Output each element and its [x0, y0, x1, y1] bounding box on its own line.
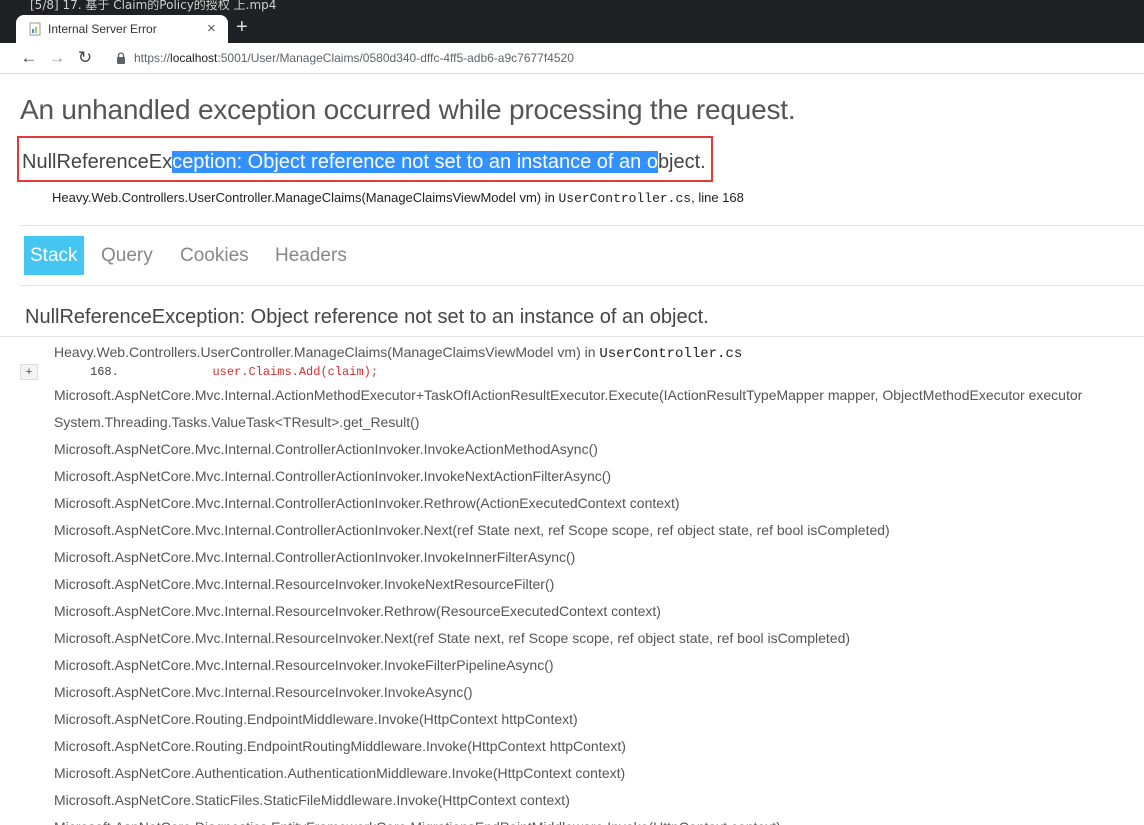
stack-frame[interactable]: Microsoft.AspNetCore.Routing.EndpointMid…: [54, 711, 578, 727]
page-title: An unhandled exception occurred while pr…: [20, 94, 796, 125]
exception-title: NullReferenceException: Object reference…: [25, 306, 709, 328]
new-tab-button[interactable]: +: [236, 16, 248, 39]
frame-file: UserController.cs: [599, 346, 743, 362]
address-bar: ← → ↻ https://localhost:5001/User/Manage…: [0, 43, 1144, 74]
back-button[interactable]: ←: [18, 47, 40, 69]
stack-frame[interactable]: Microsoft.AspNetCore.Diagnostics.EntityF…: [54, 819, 781, 825]
stack-frame[interactable]: Microsoft.AspNetCore.Mvc.Internal.Contro…: [54, 522, 890, 538]
page-icon: [29, 22, 41, 36]
expand-source-button[interactable]: +: [20, 364, 38, 380]
error-location: Heavy.Web.Controllers.UserController.Man…: [52, 190, 744, 206]
stack-frame[interactable]: Microsoft.AspNetCore.Mvc.Internal.Resour…: [54, 576, 554, 592]
stack-frames: Heavy.Web.Controllers.UserController.Man…: [0, 336, 1144, 825]
tab-stack[interactable]: Stack: [24, 236, 84, 275]
browser-tab-strip: Internal Server Error × +: [0, 13, 1144, 43]
stack-frame[interactable]: Microsoft.AspNetCore.Routing.EndpointRou…: [54, 738, 626, 754]
tab-query[interactable]: Query: [101, 236, 153, 275]
url-path: :5001/User/ManageClaims/0580d340-dffc-4f…: [217, 51, 574, 65]
error-title-start: NullReferenceEx: [22, 151, 173, 173]
stack-frame[interactable]: Microsoft.AspNetCore.Mvc.Internal.Resour…: [54, 657, 554, 673]
stack-frame[interactable]: Microsoft.AspNetCore.StaticFiles.StaticF…: [54, 792, 570, 808]
lock-icon[interactable]: [116, 52, 126, 64]
error-title: NullReferenceException: Object reference…: [22, 151, 706, 174]
stack-frame[interactable]: Microsoft.AspNetCore.Mvc.Internal.Action…: [54, 387, 1082, 403]
divider: [20, 225, 1144, 226]
stack-frame[interactable]: Microsoft.AspNetCore.Mvc.Internal.Contro…: [54, 468, 611, 484]
code-line-number: 168.: [90, 365, 119, 379]
frame-method: Heavy.Web.Controllers.UserController.Man…: [54, 344, 600, 360]
error-title-end: bject.: [657, 151, 706, 173]
stack-frame[interactable]: Microsoft.AspNetCore.Mvc.Internal.Resour…: [54, 630, 850, 646]
error-location-line: , line 168: [691, 190, 744, 205]
source-code-line: 168. user.Claims.Add(claim);: [90, 365, 378, 379]
stack-frame[interactable]: Microsoft.AspNetCore.Mvc.Internal.Contro…: [54, 549, 575, 565]
url-scheme: https://: [134, 51, 171, 65]
divider: [20, 285, 1144, 286]
code-line-text: user.Claims.Add(claim);: [212, 365, 379, 379]
browser-tab[interactable]: Internal Server Error ×: [16, 15, 228, 43]
tab-cookies[interactable]: Cookies: [180, 236, 249, 275]
reload-button[interactable]: ↻: [74, 47, 96, 69]
player-title-bar: [5/8] 17. 基于 Claim的Policy的授权 上.mp4: [0, 0, 1144, 13]
stack-frame-head[interactable]: Heavy.Web.Controllers.UserController.Man…: [54, 344, 742, 362]
forward-button[interactable]: →: [46, 47, 68, 69]
stack-frame[interactable]: System.Threading.Tasks.ValueTask<TResult…: [54, 414, 419, 430]
tab-headers[interactable]: Headers: [275, 236, 347, 275]
player-title: [5/8] 17. 基于 Claim的Policy的授权 上.mp4: [30, 0, 277, 12]
selected-text: ception: Object reference not set to an …: [172, 151, 658, 173]
stack-frame[interactable]: Microsoft.AspNetCore.Mvc.Internal.Resour…: [54, 603, 661, 619]
tab-title: Internal Server Error: [48, 22, 157, 36]
url-host: localhost: [170, 51, 218, 65]
stack-frame[interactable]: Microsoft.AspNetCore.Mvc.Internal.Contro…: [54, 495, 680, 511]
stack-frame[interactable]: Microsoft.AspNetCore.Mvc.Internal.Contro…: [54, 441, 598, 457]
stack-frame[interactable]: Microsoft.AspNetCore.Mvc.Internal.Resour…: [54, 684, 473, 700]
close-tab-icon[interactable]: ×: [207, 20, 216, 37]
url-field[interactable]: https://localhost:5001/User/ManageClaims…: [134, 51, 574, 65]
error-location-method: Heavy.Web.Controllers.UserController.Man…: [52, 190, 559, 205]
error-location-file: UserController.cs: [558, 191, 692, 206]
stack-frame[interactable]: Microsoft.AspNetCore.Authentication.Auth…: [54, 765, 625, 781]
